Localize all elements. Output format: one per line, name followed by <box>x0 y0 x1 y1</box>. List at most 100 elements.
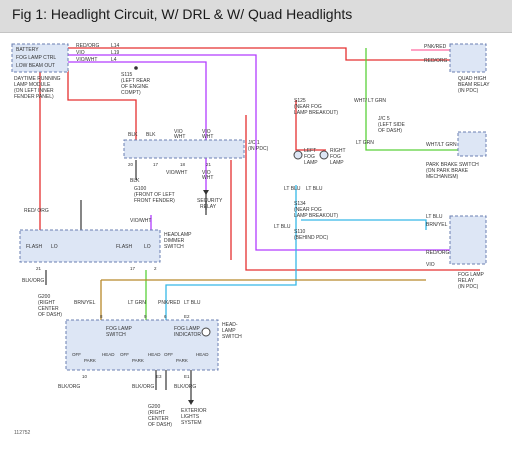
dimmer-lo-2: LO <box>144 244 151 250</box>
jc1-pin-21: 21 <box>206 162 212 167</box>
wiring-diagram: BATTERY FOG LAMP CTRL LOW BEAM OUT DAYTI… <box>11 43 490 436</box>
label-lt-blu-hls: LT BLU <box>184 300 201 306</box>
g100-ground: G100 (FRONT OF LEFT FRONT FENDER) <box>134 186 175 204</box>
wire-brn-yel <box>100 279 426 320</box>
headlamp-switch: FOG LAMP SWITCH FOG LAMP INDICATOR HEAD-… <box>65 314 242 379</box>
label-wht-jc: WHT <box>174 134 185 140</box>
right-fog-lamp-icon <box>319 150 329 160</box>
exterior-lights: EXTERIOR LIGHTS SYSTEM <box>181 400 207 426</box>
dimmer-pin-2: 2 <box>154 266 157 271</box>
hls-pin-bot-10: 10 <box>82 374 88 379</box>
label-vio-wht: VIO/WHT <box>76 57 97 63</box>
label-red-org-relay: RED/ORG <box>426 250 449 256</box>
label-wht-lt-grn-pb: WHT/LT GRN <box>426 142 457 148</box>
s115-splice: S115 (LEFT REAR OF ENGINE COMPT) <box>121 66 150 96</box>
label-vio-wht-mid: VIO/WHT <box>166 170 187 176</box>
hls-fog-1: SWITCH <box>106 332 126 338</box>
drl-label-low: LOW BEAM OUT <box>16 63 55 69</box>
right-fog-2: LAMP <box>330 160 344 166</box>
label-red-org-tall: RED/ ORG <box>24 208 49 214</box>
jc1-pin-17: 17 <box>153 162 159 167</box>
page-title: Fig 1: Headlight Circuit, W/ DRL & W/ Qu… <box>12 6 353 22</box>
jc5-2: OF DASH) <box>378 128 402 134</box>
label-lt-blu-fog2: LT BLU <box>306 186 323 192</box>
hls-pos-3: OFF <box>120 352 129 357</box>
hls-cap-2: SWITCH <box>222 334 242 340</box>
hls-pos-6: OFF <box>164 352 173 357</box>
label-lt-blu-relay: LT BLU <box>426 214 443 220</box>
headlamp-dimmer-switch: FLASH LO FLASH LO HEADLAMP DIMMER SWITCH… <box>19 229 192 271</box>
drl-label-fog: FOG LAMP CTRL <box>16 55 56 61</box>
label-vio-wht-dimmer: VIO/WHT <box>130 218 151 224</box>
label-vio: VIO <box>76 50 85 56</box>
s134-2: LAMP BREAKOUT) <box>294 213 338 219</box>
hls-pos-5: HEAD <box>148 352 161 357</box>
label-lt-blu-fog3: LT BLU <box>274 224 291 230</box>
wire-red-s125 <box>230 115 480 271</box>
hls-pos-4: PARK <box>132 358 144 363</box>
dimmer-pin-21: 21 <box>36 266 42 271</box>
title-bar: Fig 1: Headlight Circuit, W/ DRL & W/ Qu… <box>0 0 512 33</box>
dimmer-pin-17: 17 <box>130 266 136 271</box>
pb-2: MECHANISM) <box>426 174 459 180</box>
diagram-id: 112752 <box>14 430 31 436</box>
hls-pos-7: PARK <box>176 358 188 363</box>
label-pnk-red-hls: PNK/RED <box>158 300 181 306</box>
hls-pos-1: PARK <box>84 358 96 363</box>
drl-label-battery: BATTERY <box>16 47 39 53</box>
label-blk-1: BLK <box>128 132 138 138</box>
label-lt-grn-hls: LT GRN <box>128 300 146 306</box>
security-1: RELAY <box>200 204 217 210</box>
security-relay: SECURITY RELAY <box>197 190 223 210</box>
hls-pos-0: OFF <box>72 352 81 357</box>
drl-module: BATTERY FOG LAMP CTRL LOW BEAM OUT DAYTI… <box>11 43 69 100</box>
hls-pos-2: HEAD <box>102 352 115 357</box>
quad-high-beam-relay: QUAD HIGH BEAM RELAY (IN PDC) <box>449 43 490 94</box>
g200t-3: OF DASH) <box>38 312 62 318</box>
label-wht-jc2: WHT <box>202 134 213 140</box>
dimmer-lo-1: LO <box>51 244 58 250</box>
jc1-sub: (IN PDC) <box>248 146 269 152</box>
ext-2: SYSTEM <box>181 420 202 426</box>
hls-pin-bot-e3: E3 <box>156 374 162 379</box>
label-blk-org-hls2: BLK/ORG <box>132 384 154 390</box>
label-wht-lt-grn: WHT/ LT GRN <box>354 98 386 104</box>
label-blk-org-hls: BLK/ORG <box>58 384 80 390</box>
drl-caption-3: FENDER PANEL) <box>14 94 54 100</box>
jc1-pin-18: 18 <box>180 162 186 167</box>
label-brn-yel-hls: BRN/YEL <box>74 300 96 306</box>
dimmer-caption-2: SWITCH <box>164 244 184 250</box>
label-l4: L4 <box>111 57 117 63</box>
jc1-pin-20: 20 <box>128 162 134 167</box>
label-pnk-red: PNK/RED <box>424 44 447 50</box>
label-blk-yel-hls: BLK/ORG <box>174 384 196 390</box>
g200b-3: OF DASH) <box>148 422 172 428</box>
left-fog-2: LAMP <box>304 160 318 166</box>
g100-2: FRONT FENDER) <box>134 198 175 204</box>
label-vio-relay: VIO <box>426 262 435 268</box>
dimmer-flash-2: FLASH <box>116 244 133 250</box>
label-blk-org-dimmer: BLK/ORG <box>22 278 44 284</box>
quad-caption-2: (IN PDC) <box>458 88 479 94</box>
s125-2: LAMP BREAKOUT) <box>294 110 338 116</box>
label-l14: L14 <box>111 43 120 49</box>
fog-lamp-relay: FOG LAMP RELAY (IN PDC) <box>449 215 487 290</box>
label-blk-g100: BLK <box>130 178 140 184</box>
label-red-org: RED/ORG <box>76 43 99 49</box>
label-lt-grn-jc5: LT GRN <box>356 140 374 146</box>
label-l19: L19 <box>111 50 120 56</box>
left-fog-lamp-icon <box>293 150 303 160</box>
diagram-frame: BATTERY FOG LAMP CTRL LOW BEAM OUT DAYTI… <box>6 40 506 440</box>
g200-bottom: G200 (RIGHT CENTER OF DASH) <box>148 404 172 428</box>
s110-1: (BEHIND PDC) <box>294 235 329 241</box>
label-wht-mid: WHT <box>202 175 213 181</box>
hls-ind-1: INDICATOR <box>174 332 201 338</box>
hls-pos-8: HEAD <box>196 352 209 357</box>
park-brake-switch: PARK BRAKE SWITCH (ON PARK BRAKE MECHANI… <box>426 131 487 180</box>
hls-pin-top-8: 8 <box>100 314 103 319</box>
label-lt-blu-fog1: LT BLU <box>284 186 301 192</box>
label-red-org-quad: RED/ORG <box>424 58 447 64</box>
fog-indicator-icon <box>201 327 211 337</box>
label-blk-2: BLK <box>146 132 156 138</box>
g200-top: G200 (RIGHT CENTER OF DASH) <box>38 294 62 318</box>
